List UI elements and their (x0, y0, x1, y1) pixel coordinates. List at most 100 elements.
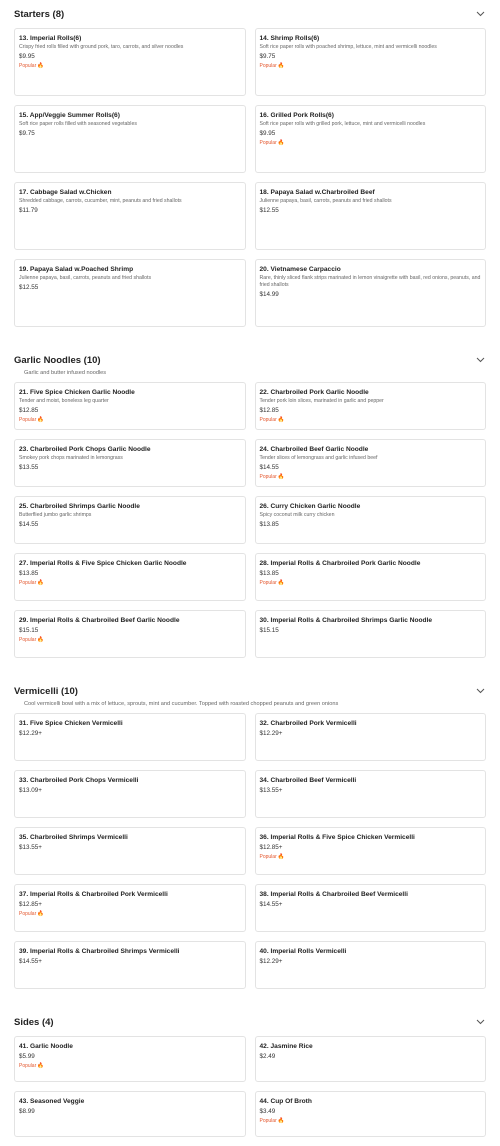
menu-item-card[interactable]: 21. Five Spice Chicken Garlic Noodle Tend… (14, 382, 246, 430)
item-price: $12.55 (259, 207, 279, 214)
menu-item-card[interactable]: 17. Cabbage Salad w.Chicken Shredded cabb… (14, 182, 246, 250)
item-name: 29. Imperial Rolls & Charbroiled Beef Ga… (19, 617, 180, 624)
popular-badge: Popular 🔥 (260, 140, 482, 146)
popular-label: Popular (259, 417, 277, 423)
menu-item-card[interactable]: 39. Imperial Rolls & Charbroiled Shrimps… (14, 941, 246, 989)
menu-item-card[interactable]: 44. Cup Of Broth $3.49 Popular 🔥 (254, 1091, 486, 1137)
item-name: 27. Imperial Rolls & Five Spice Chicken … (19, 560, 187, 567)
menu-item-card[interactable]: 28. Imperial Rolls & Charbroiled Pork Ga… (254, 553, 486, 601)
chevron-down-icon[interactable] (474, 8, 486, 20)
menu-item-card[interactable]: 32. Charbroiled Pork Vermicelli $12.29+ (254, 713, 486, 761)
menu-item-card[interactable]: 34. Charbroiled Beef Vermicelli $13.55+ (254, 770, 486, 818)
popular-label: Popular (259, 140, 277, 146)
menu-item-card[interactable]: 33. Charbroiled Pork Chops Vermicelli $13… (14, 770, 246, 818)
popular-badge: Popular 🔥 (19, 580, 241, 586)
item-name: 34. Charbroiled Beef Vermicelli (259, 777, 357, 784)
item-name: 35. Charbroiled Shrimps Vermicelli (19, 834, 128, 841)
section-description: Cool vermicelli bowl with a mix of lettu… (24, 701, 339, 707)
popular-label: Popular (259, 854, 277, 860)
item-description: Soft rice paper rolls with grilled pork,… (259, 121, 426, 127)
item-name: 25. Charbroiled Shrimps Garlic Noodle (19, 503, 140, 510)
item-name: 30. Imperial Rolls & Charbroiled Shrimps… (259, 617, 433, 624)
section-header[interactable]: Starters (8) (14, 0, 486, 28)
item-description: Smokey pork chops marinated in lemongras… (19, 455, 123, 461)
item-description: Tender slices of lemongrass and garlic i… (259, 455, 378, 461)
menu-item-card[interactable]: 29. Imperial Rolls & Charbroiled Beef Ga… (14, 610, 246, 658)
menu-item-card[interactable]: 19. Papaya Salad w.Poached Shrimp Julienn… (14, 259, 246, 327)
item-price: $9.75 (259, 53, 276, 60)
menu-item-card[interactable]: 23. Charbroiled Pork Chops Garlic Noodle… (14, 439, 246, 487)
menu-item-card[interactable]: 22. Charbroiled Pork Garlic Noodle Tender… (254, 382, 486, 430)
item-name: 40. Imperial Rolls Vermicelli (259, 948, 347, 955)
item-price: $8.99 (19, 1108, 35, 1115)
item-name: 43. Seasoned Veggie (19, 1098, 85, 1105)
menu-item-card[interactable]: 24. Charbroiled Beef Garlic Noodle Tender… (254, 439, 486, 487)
menu-item-card[interactable]: 31. Five Spice Chicken Vermicelli $12.29+ (14, 713, 246, 761)
flame-icon: 🔥 (37, 1063, 45, 1069)
menu-item-card[interactable]: 26. Curry Chicken Garlic Noodle Spicy coc… (254, 496, 486, 544)
menu-item-card[interactable]: 43. Seasoned Veggie $8.99 (14, 1091, 246, 1137)
item-price: $12.85+ (259, 844, 283, 851)
flame-icon: 🔥 (37, 637, 45, 643)
flame-icon: 🔥 (277, 854, 285, 860)
menu-item-card[interactable]: 37. Imperial Rolls & Charbroiled Pork Ve… (14, 884, 246, 932)
popular-badge: Popular 🔥 (260, 1118, 482, 1124)
menu-item-card[interactable]: 41. Garlic Noodle $5.99 Popular 🔥 (14, 1036, 246, 1082)
popular-label: Popular (259, 474, 277, 480)
item-name: 39. Imperial Rolls & Charbroiled Shrimps… (19, 948, 180, 955)
chevron-down-icon[interactable] (474, 354, 486, 366)
menu-item-card[interactable]: 25. Charbroiled Shrimps Garlic Noodle But… (14, 496, 246, 544)
menu-item-card[interactable]: 38. Imperial Rolls & Charbroiled Beef Ve… (254, 884, 486, 932)
popular-label: Popular (259, 63, 277, 69)
chevron-down-icon[interactable] (474, 1016, 486, 1028)
section-description: Garlic and butter infused noodles (24, 370, 107, 376)
menu-item-card[interactable]: 16. Grilled Pork Rolls(6) Soft rice paper… (254, 105, 486, 173)
item-description: Rare, thinly sliced flank strips marinat… (259, 275, 481, 288)
popular-badge: Popular 🔥 (19, 911, 241, 917)
item-price: $13.55+ (259, 787, 283, 794)
menu-section-sides: Sides (4) 41. Garlic Noodle $5.99 Popular 🔥 4… (14, 1008, 486, 1146)
item-name: 13. Imperial Rolls(6) (19, 35, 82, 42)
section-header[interactable]: Sides (4) (14, 1008, 486, 1036)
item-price: $14.99 (259, 291, 279, 298)
menu-item-card[interactable]: 30. Imperial Rolls & Charbroiled Shrimps… (254, 610, 486, 658)
menu-item-card[interactable]: 35. Charbroiled Shrimps Vermicelli $13.55… (14, 827, 246, 875)
item-price: $15.15 (19, 627, 39, 634)
menu-item-card[interactable]: 18. Papaya Salad w.Charbroiled Beef Julie… (254, 182, 486, 250)
popular-label: Popular (19, 417, 37, 423)
item-price: $14.55+ (259, 901, 283, 908)
item-name: 17. Cabbage Salad w.Chicken (19, 189, 112, 196)
item-name: 14. Shrimp Rolls(6) (259, 35, 320, 42)
menu-item-card[interactable]: 14. Shrimp Rolls(6) Soft rice paper rolls… (254, 28, 486, 96)
flame-icon: 🔥 (37, 580, 45, 586)
item-price: $12.85+ (19, 901, 42, 908)
item-price: $13.09+ (19, 787, 42, 794)
item-price: $9.95 (259, 130, 276, 137)
item-description: Soft rice paper rolls filled with season… (19, 121, 137, 127)
popular-badge: Popular 🔥 (19, 63, 241, 69)
menu-item-card[interactable]: 27. Imperial Rolls & Five Spice Chicken … (14, 553, 246, 601)
menu-item-card[interactable]: 42. Jasmine Rice $2.49 (254, 1036, 486, 1082)
menu-item-card[interactable]: 36. Imperial Rolls & Five Spice Chicken … (254, 827, 486, 875)
item-price: $14.55+ (19, 958, 42, 965)
menu-item-card[interactable]: 20. Vietnamese Carpaccio Rare, thinly sli… (254, 259, 486, 327)
flame-icon: 🔥 (37, 911, 45, 917)
flame-icon: 🔥 (277, 474, 285, 480)
menu-item-card[interactable]: 13. Imperial Rolls(6) Crispy fried rolls … (14, 28, 246, 96)
item-price: $13.55 (19, 464, 39, 471)
item-price: $13.55+ (19, 844, 42, 851)
item-description: Julienne papaya, basil, carrots, peanuts… (259, 198, 392, 204)
flame-icon: 🔥 (277, 580, 285, 586)
popular-label: Popular (259, 580, 277, 586)
popular-badge: Popular 🔥 (19, 1063, 241, 1069)
item-name: 37. Imperial Rolls & Charbroiled Pork Ve… (19, 891, 168, 898)
item-price: $15.15 (259, 627, 279, 634)
item-name: 36. Imperial Rolls & Five Spice Chicken … (259, 834, 415, 841)
chevron-down-icon[interactable] (474, 685, 486, 697)
flame-icon: 🔥 (37, 417, 45, 423)
item-price: $11.79 (19, 207, 38, 214)
item-name: 32. Charbroiled Pork Vermicelli (259, 720, 357, 727)
menu-item-card[interactable]: 15. App/Veggie Summer Rolls(6) Soft rice … (14, 105, 246, 173)
popular-badge: Popular 🔥 (260, 63, 482, 69)
menu-item-card[interactable]: 40. Imperial Rolls Vermicelli $12.29+ (254, 941, 486, 989)
